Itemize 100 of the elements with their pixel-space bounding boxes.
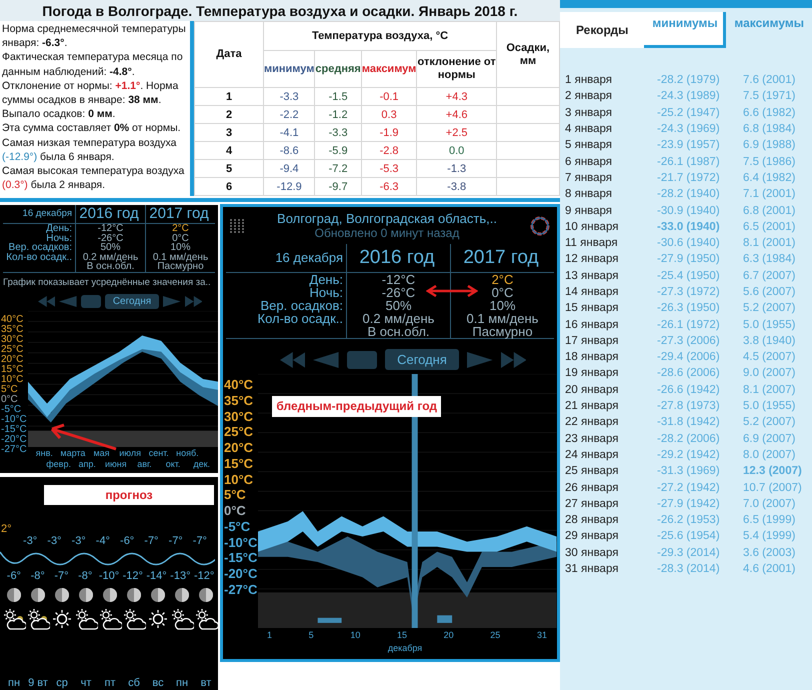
column-header: средняя — [314, 50, 362, 88]
maximum-record: 6.9 (1988) — [743, 139, 796, 152]
axis-tick-label: июня — [105, 459, 127, 470]
axis-tick-label: мая — [93, 448, 110, 459]
maximum-record: 4.6 (2001) — [743, 563, 796, 576]
records-tab[interactable]: максимумы — [726, 12, 812, 48]
table-cell: -6.3 — [361, 178, 417, 196]
current-temperature: 2° — [0, 522, 13, 535]
high-temperature: -7° — [143, 535, 160, 548]
grid-menu-icon[interactable] — [229, 218, 245, 234]
precipitation-bar — [318, 618, 342, 623]
minimum-record: -27.8 (1973) — [657, 400, 721, 412]
refresh-icon[interactable] — [529, 214, 551, 236]
sun-cloud-icon — [122, 607, 146, 631]
minimum-record: -26.2 (1953) — [657, 514, 721, 526]
table-cell: -12.9 — [264, 178, 315, 196]
weather-value: 0.1 мм/день — [450, 312, 554, 325]
table-cell: 2 — [194, 106, 264, 124]
maximum-record: 6.6 (1982) — [743, 106, 796, 119]
axis-tick-label: 20°C — [1, 354, 24, 365]
sun-cloud-rain-icon — [26, 607, 50, 631]
today-button[interactable]: Сегодня — [385, 349, 459, 370]
axis-tick-label: -5°C — [1, 404, 22, 415]
blank-button[interactable] — [347, 350, 378, 368]
maximum-record: 7.5 (1986) — [743, 156, 796, 168]
table-cell: -8.6 — [264, 142, 315, 160]
rewind-icon[interactable] — [38, 296, 56, 307]
sun-icon — [50, 607, 74, 631]
day-label: 6 января — [565, 156, 614, 168]
axis-tick-label: марта — [60, 448, 86, 459]
moon-phase-icon — [30, 587, 46, 603]
day-label: 10 января — [565, 220, 620, 233]
day-label: пт — [104, 677, 116, 690]
weather-value: 50% — [75, 243, 145, 253]
moon-phase-icon — [126, 587, 142, 603]
day-label: 9 вт — [28, 677, 48, 690]
table-cell: -9.4 — [264, 160, 315, 178]
axis-tick-label: 25°C — [1, 344, 24, 355]
minimum-record: -24.3 (1969) — [657, 123, 721, 136]
minimum-record: -27.3 (1972) — [657, 286, 721, 298]
minimum-record: -25.4 (1950) — [657, 270, 721, 282]
day-label: 12 января — [565, 253, 620, 266]
previous-icon[interactable] — [59, 296, 77, 307]
low-temperature: -8° — [77, 570, 94, 583]
minimum-record: -21.7 (1972) — [657, 172, 721, 184]
summary-text: Фактическая температура месяца по данным наблюдений: -4.8°. — [2, 50, 184, 79]
maximum-record: 5.2 (2007) — [743, 416, 796, 428]
day-label: 15 января — [565, 302, 620, 314]
axis-tick-label: 1 — [267, 630, 272, 642]
minimum-record: -29.2 (1942) — [657, 448, 721, 461]
axis-tick-label: 5°C — [224, 488, 247, 502]
axis-tick-label: -20°C — [1, 434, 27, 445]
sun-cloud-icon — [98, 607, 122, 631]
axis-tick-label: -15°C — [1, 424, 27, 435]
fast-forward-icon[interactable] — [500, 352, 526, 368]
table-cell: -3.3 — [264, 88, 315, 106]
minimum-record: -31.8 (1942) — [657, 416, 721, 428]
year-heading: 2016 год — [346, 244, 450, 273]
double-arrow-drawing — [426, 285, 478, 297]
weather-value: 0°C — [145, 234, 215, 244]
day-label: 26 января — [565, 482, 620, 494]
minimum-record: -26.1 (1972) — [657, 318, 721, 331]
axis-tick-label: 0°C — [224, 504, 247, 518]
summary-text: Самая низкая температура воздуха (-12.9°) была 6 января. — [2, 136, 178, 164]
minimum-record: -25.2 (1947) — [657, 106, 721, 119]
axis-tick-label: -27°C — [224, 582, 258, 596]
day-label: 16 января — [565, 318, 620, 331]
row-label: День: — [45, 224, 73, 234]
axis-tick-label: 40°C — [224, 378, 254, 391]
previous-icon[interactable] — [313, 352, 340, 368]
maximum-record: 4.5 (2007) — [743, 351, 796, 364]
weather-value: 0.2 мм/день — [346, 312, 450, 325]
axis-tick-label: 40°C — [1, 314, 24, 325]
rewind-icon[interactable] — [280, 352, 306, 368]
minimum-record: -27.2 (1942) — [657, 482, 721, 494]
axis-tick-label: 10°C — [1, 374, 24, 385]
maximum-record: 7.6 (2001) — [743, 74, 796, 86]
row-label: День: — [308, 273, 344, 286]
day-label: пн — [8, 677, 20, 690]
low-temperature: -12° — [122, 570, 144, 583]
fast-forward-icon[interactable] — [184, 296, 202, 307]
weather-value: Пасмурно — [450, 325, 554, 338]
next-icon[interactable] — [466, 352, 492, 368]
minimum-record: -31.3 (1969) — [657, 465, 721, 478]
next-icon[interactable] — [163, 296, 181, 307]
high-temperature: -3° — [70, 535, 87, 548]
table-cell: +4.3 — [416, 88, 496, 106]
today-button[interactable]: Сегодня — [104, 294, 160, 309]
minimum-record: -28.2 (1979) — [657, 74, 721, 86]
weather-value: -26°C — [346, 286, 450, 299]
weather-value: 0.1 мм/день — [145, 252, 215, 262]
maximum-record: 6.5 (2001) — [743, 220, 796, 233]
blank-button[interactable] — [80, 294, 101, 308]
maximum-record: 7.1 (2001) — [743, 188, 796, 200]
day-label: 4 января — [565, 123, 614, 136]
minimum-record: -25.6 (1954) — [657, 530, 721, 542]
records-tab[interactable]: минимумы — [644, 12, 726, 48]
moon-phase-icon — [78, 587, 94, 603]
axis-tick-label: авг. — [137, 459, 152, 470]
high-temperature: -7° — [168, 535, 184, 548]
